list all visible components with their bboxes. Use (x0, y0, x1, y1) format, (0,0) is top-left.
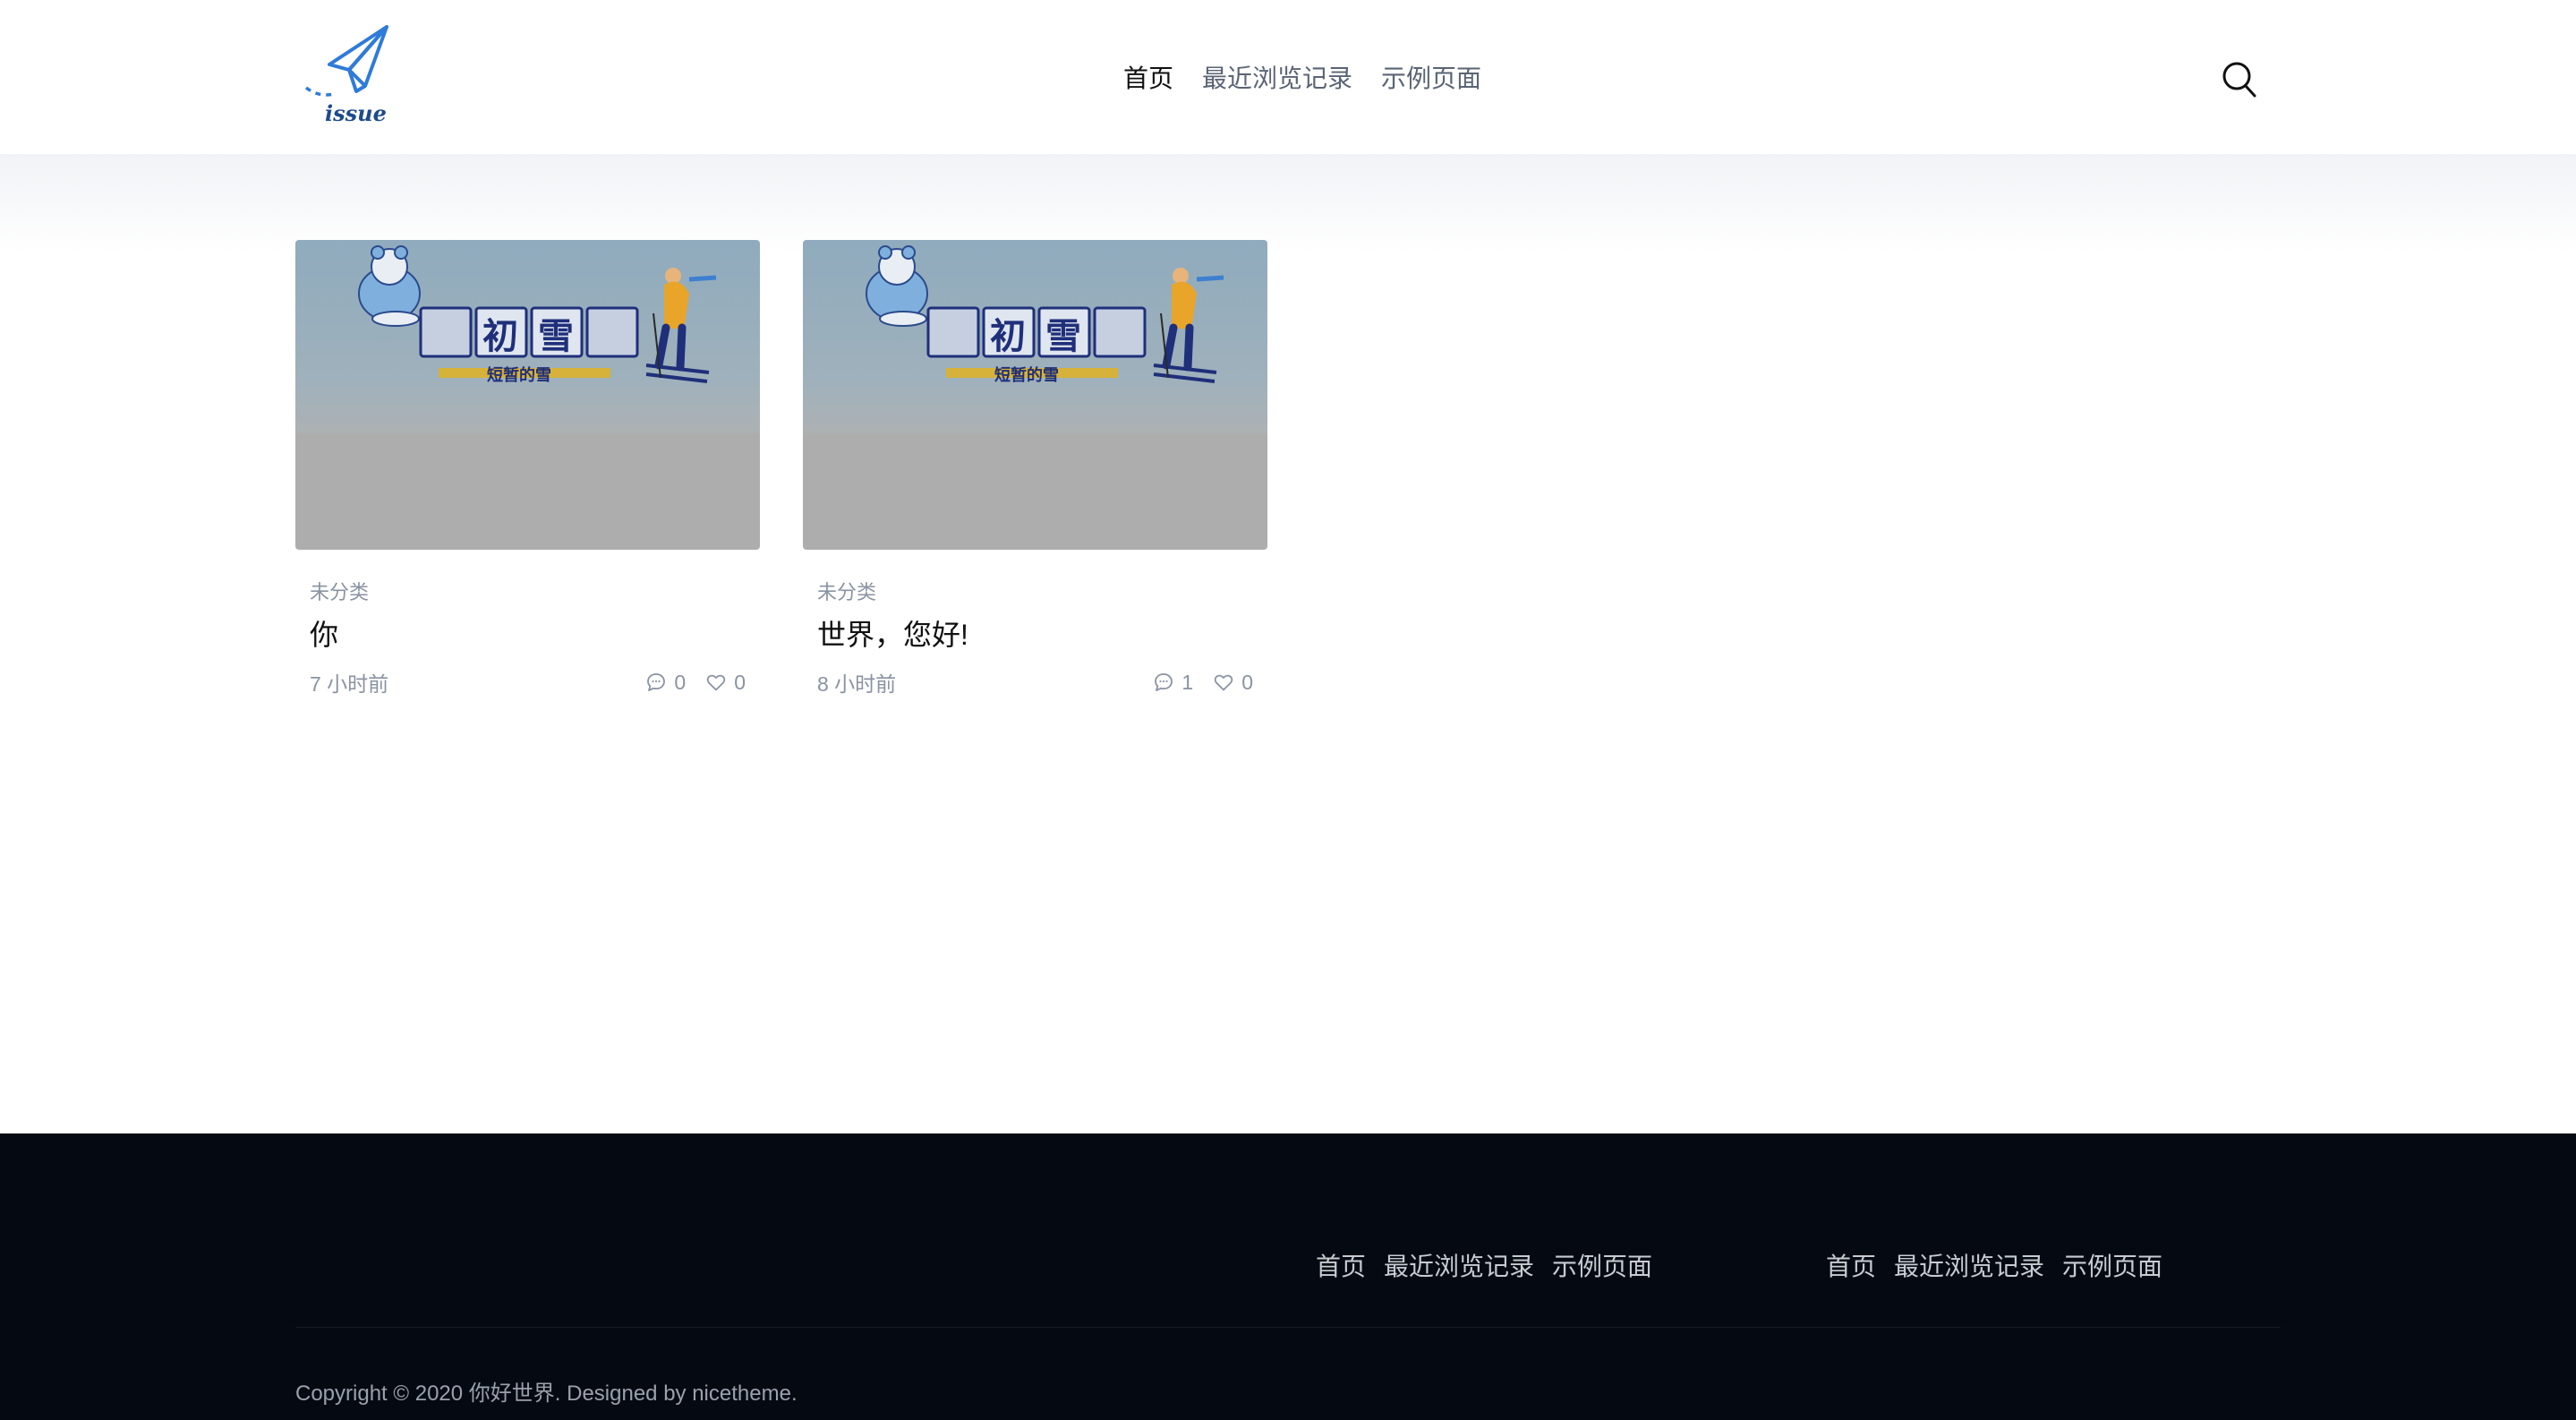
site-header: issue 首页 最近浏览记录 示例页面 (0, 0, 2576, 154)
paper-plane-icon (304, 25, 388, 97)
comment-count-value: 1 (1181, 670, 1194, 694)
main-nav: 首页 最近浏览记录 示例页面 (1123, 59, 1481, 95)
footer-nav-item-recent[interactable]: 最近浏览记录 (1384, 1247, 1534, 1283)
post-meta: 7 小时前 0 0 (310, 667, 746, 697)
copyright-text: Copyright © 2020 你好世界. Designed by nicet… (295, 1382, 798, 1406)
footer-divider (295, 1327, 2281, 1328)
banner-subtitle: 短暂的雪 (487, 366, 551, 384)
footer-nav-1: 首页 最近浏览记录 示例页面 (1316, 1247, 1652, 1283)
search-icon (2222, 62, 2256, 98)
header-shadow (0, 154, 2576, 252)
banner-word: 雪 (538, 317, 574, 356)
like-count-value: 0 (734, 670, 746, 694)
comment-icon (1155, 673, 1173, 692)
post-thumbnail[interactable]: 初 雪 短暂的雪 (803, 240, 1267, 550)
post-time: 8 小时前 (817, 672, 897, 697)
banner-illustration (866, 245, 1224, 383)
nav-item-recent[interactable]: 最近浏览记录 (1202, 59, 1352, 95)
post-card: 初 雪 短暂的雪 未分类 你 7 小时前 0 0 (295, 240, 760, 697)
banner-illustration (358, 245, 717, 383)
heart-icon (1215, 674, 1233, 691)
footer-nav-item-sample-page[interactable]: 示例页面 (1552, 1247, 1652, 1283)
nav-item-home[interactable]: 首页 (1123, 59, 1173, 95)
comment-count[interactable]: 1 (1153, 671, 1193, 695)
banner-subtitle: 短暂的雪 (994, 366, 1059, 384)
like-count-value: 0 (1241, 670, 1253, 694)
post-card: 初 雪 短暂的雪 未分类 世界，您好! 8 小时前 1 0 (803, 240, 1267, 697)
post-category[interactable]: 未分类 (310, 577, 746, 605)
footer-nav-item-home[interactable]: 首页 (1316, 1247, 1366, 1283)
search-button[interactable] (2222, 61, 2257, 98)
heart-icon (707, 674, 726, 691)
post-category[interactable]: 未分类 (817, 577, 1253, 605)
post-time: 7 小时前 (310, 672, 389, 697)
banner-word: 初 (990, 317, 1026, 356)
logo-text: issue (325, 100, 387, 126)
post-title[interactable]: 你 (310, 619, 746, 651)
banner-word: 雪 (1045, 317, 1081, 356)
footer-nav-item-home[interactable]: 首页 (1826, 1247, 1876, 1283)
post-list: 初 雪 短暂的雪 未分类 你 7 小时前 0 0 初 雪 短暂的雪 未分类 世界… (295, 240, 1267, 697)
footer-nav-2: 首页 最近浏览记录 示例页面 (1826, 1247, 2162, 1283)
banner-word: 初 (482, 317, 518, 356)
footer-nav-item-recent[interactable]: 最近浏览记录 (1894, 1247, 2044, 1283)
post-meta: 8 小时前 1 0 (817, 667, 1253, 697)
post-thumbnail[interactable]: 初 雪 短暂的雪 (295, 240, 760, 550)
like-count[interactable]: 0 (705, 671, 746, 695)
comment-count-value: 0 (674, 670, 687, 694)
nav-item-sample-page[interactable]: 示例页面 (1381, 59, 1481, 95)
site-footer: 首页 最近浏览记录 示例页面 首页 最近浏览记录 示例页面 Copyright … (0, 1133, 2576, 1420)
like-count[interactable]: 0 (1213, 671, 1253, 695)
comment-count[interactable]: 0 (645, 671, 686, 695)
post-title[interactable]: 世界，您好! (817, 619, 1253, 651)
site-logo[interactable]: issue (303, 23, 401, 133)
footer-nav-item-sample-page[interactable]: 示例页面 (2062, 1247, 2162, 1283)
comment-icon (647, 673, 666, 692)
